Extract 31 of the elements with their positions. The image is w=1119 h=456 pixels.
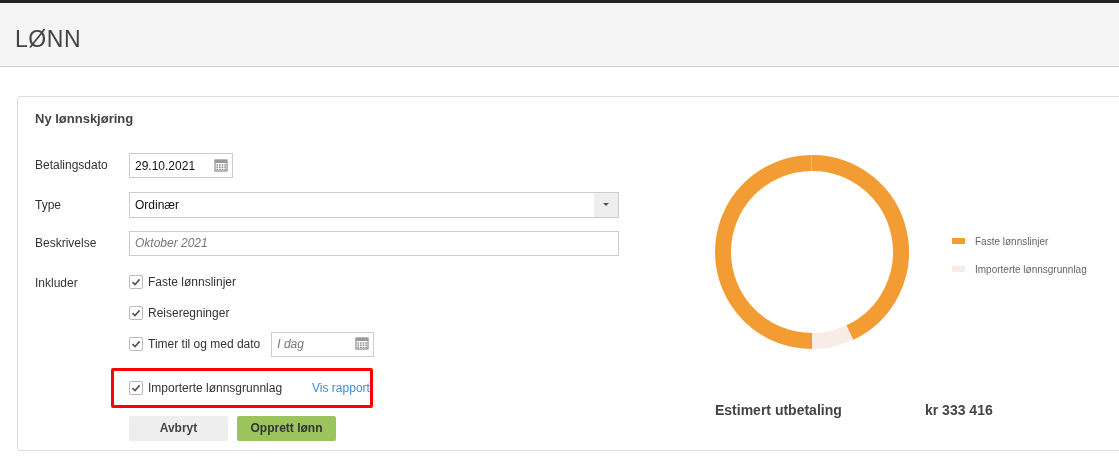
date-field[interactable]: 29.10.2021 [129, 153, 233, 178]
estimate-label: Estimert utbetaling [715, 401, 843, 420]
calendar-icon[interactable] [214, 157, 228, 172]
estimate-value: kr 333 416 [925, 401, 993, 420]
check-icon [131, 307, 141, 318]
field-label: Inkluder [35, 274, 79, 292]
report-link[interactable]: Vis rapport [312, 378, 370, 397]
checkbox-label: Timer til og med dato [148, 335, 261, 353]
checkbox-label: Importerte lønnsgrunnlag [148, 379, 283, 397]
field-label: Betalingsdato [35, 157, 109, 174]
calendar-icon[interactable] [355, 336, 370, 350]
checkbox[interactable] [129, 380, 143, 395]
checkbox[interactable] [129, 274, 143, 289]
card-title: Ny lønnskjøring [35, 110, 135, 128]
checkbox[interactable] [129, 336, 143, 351]
field-label: Type [35, 196, 62, 214]
create-button[interactable]: Opprett lønn [237, 415, 336, 441]
check-icon [131, 382, 141, 393]
legend-label: Importerte lønnsgrunnlag [975, 262, 1087, 277]
check-icon [131, 338, 141, 349]
checkbox-label: Faste lønnslinjer [148, 273, 237, 291]
checkbox[interactable] [129, 305, 143, 320]
date-field[interactable]: I dag [271, 331, 375, 357]
cancel-button[interactable]: Avbryt [129, 415, 228, 441]
field-label: Beskrivelse [35, 235, 98, 252]
description-field[interactable]: Oktober 2021 [129, 230, 619, 256]
page-title: LØNN [15, 24, 82, 54]
check-icon [131, 276, 141, 287]
legend-label: Faste lønnslinjer [975, 234, 1049, 249]
checkbox-label: Reiseregninger [148, 304, 230, 322]
type-dropdown[interactable]: Ordinær [129, 191, 619, 218]
